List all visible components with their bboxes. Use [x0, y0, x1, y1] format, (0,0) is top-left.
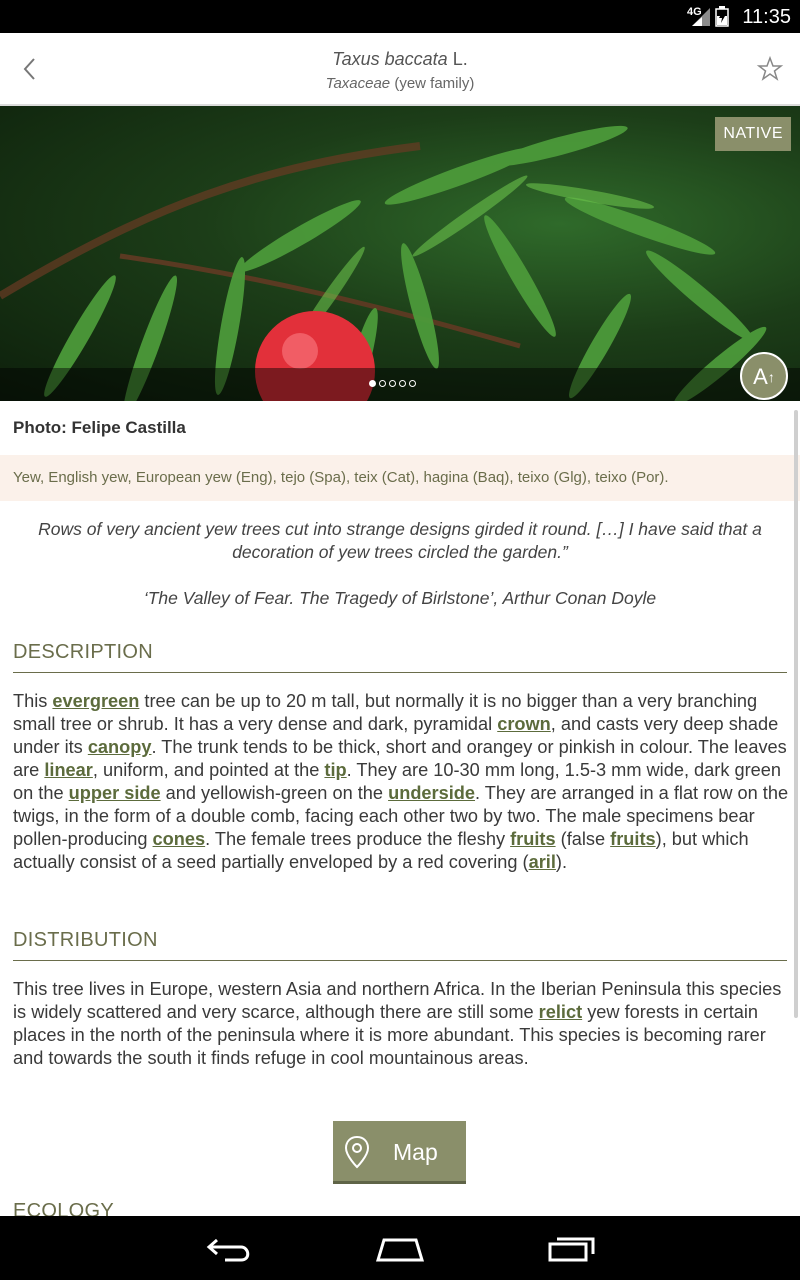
- glossary-link[interactable]: relict: [539, 1002, 582, 1022]
- description-heading: DESCRIPTION: [13, 641, 787, 673]
- glossary-link[interactable]: aril: [529, 852, 556, 872]
- nav-recents-icon[interactable]: [547, 1234, 597, 1264]
- yew-photo: [0, 125, 767, 401]
- clock: 11:35: [742, 6, 791, 28]
- distribution-text: This tree lives in Europe, western Asia …: [13, 978, 789, 1070]
- native-badge: NATIVE: [715, 117, 791, 151]
- page-dots: [369, 380, 416, 387]
- glossary-link[interactable]: underside: [388, 783, 475, 803]
- status-bar: 4G 11:35: [0, 0, 800, 33]
- text: (false: [555, 829, 611, 849]
- network-type: 4G: [687, 6, 702, 18]
- glossary-link[interactable]: canopy: [88, 737, 152, 757]
- page-dot[interactable]: [379, 380, 386, 387]
- arrow-up-icon: ↑: [767, 369, 775, 385]
- quote-text: Rows of very ancient yew trees cut into …: [38, 519, 762, 562]
- distribution-heading: DISTRIBUTION: [13, 929, 787, 961]
- family-line: Taxaceae (yew family): [100, 75, 700, 92]
- glossary-link[interactable]: fruits: [610, 829, 655, 849]
- gallery-indicator-bar: [0, 368, 800, 401]
- nav-home-icon[interactable]: [374, 1234, 426, 1264]
- text: This: [13, 691, 53, 711]
- page-dot[interactable]: [409, 380, 416, 387]
- photo-gallery[interactable]: NATIVE A↑: [0, 106, 800, 401]
- description-text: This evergreen tree can be up to 20 m ta…: [13, 690, 789, 874]
- glossary-link[interactable]: fruits: [510, 829, 555, 849]
- font-size-label: A: [753, 364, 768, 389]
- glossary-link[interactable]: cones: [153, 829, 206, 849]
- page-dot[interactable]: [369, 380, 376, 387]
- page-dot[interactable]: [389, 380, 396, 387]
- page-dot[interactable]: [399, 380, 406, 387]
- family-common: (yew family): [394, 75, 475, 92]
- font-size-button[interactable]: A↑: [740, 352, 788, 400]
- glossary-link[interactable]: upper side: [69, 783, 161, 803]
- text: ).: [555, 852, 568, 872]
- common-names-strip: Yew, English yew, European yew (Eng), te…: [0, 455, 800, 501]
- system-nav-bar: [0, 1216, 800, 1280]
- text: , uniform, and pointed at the: [92, 760, 325, 780]
- glossary-link[interactable]: linear: [44, 760, 93, 780]
- chevron-left-icon[interactable]: [16, 55, 44, 83]
- glossary-link[interactable]: tip: [324, 760, 346, 780]
- battery-icon: [715, 6, 729, 27]
- family-latin: Taxaceae: [325, 75, 391, 92]
- glossary-link[interactable]: evergreen: [52, 691, 139, 711]
- app-bar: Taxus baccata L. Taxaceae (yew family): [0, 33, 800, 106]
- map-pin-icon: [344, 1135, 370, 1169]
- text: . The female trees produce the fleshy: [205, 829, 511, 849]
- species-name: Taxus baccata: [332, 49, 448, 69]
- map-button[interactable]: Map: [333, 1121, 466, 1184]
- glossary-link[interactable]: crown: [497, 714, 551, 734]
- photo-credit: Photo: Felipe Castilla: [13, 418, 186, 437]
- text: and yellowish-green on the: [160, 783, 389, 803]
- nav-back-icon[interactable]: [205, 1234, 255, 1264]
- scrollbar[interactable]: [794, 410, 798, 1018]
- star-outline-icon[interactable]: [756, 55, 784, 83]
- map-button-label: Map: [393, 1139, 438, 1165]
- species-name-line: Taxus baccata L.: [100, 49, 700, 70]
- quote-source: ‘The Valley of Fear. The Tragedy of Birl…: [143, 588, 657, 608]
- species-title: Taxus baccata L. Taxaceae (yew family): [100, 49, 700, 92]
- common-names: Yew, English yew, European yew (Eng), te…: [13, 469, 669, 486]
- species-author: L.: [452, 49, 468, 69]
